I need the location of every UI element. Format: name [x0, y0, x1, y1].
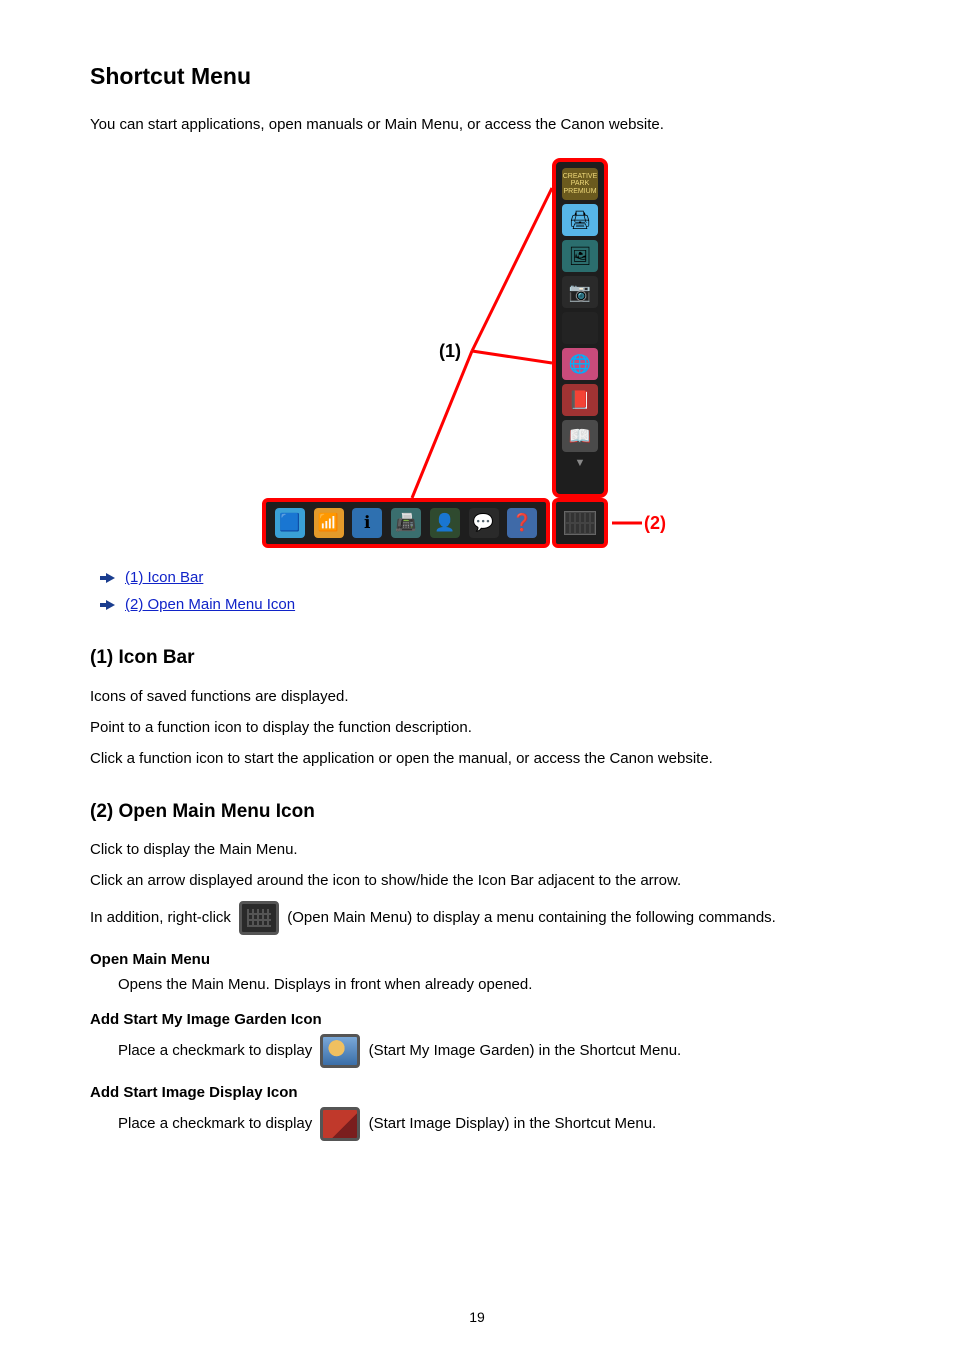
start-my-image-garden-icon [320, 1034, 360, 1068]
hicon-5: 👤 [430, 508, 460, 538]
vicon-globe-icon: 🌐 [562, 348, 598, 380]
anchor-link-item: (1) Icon Bar [106, 567, 864, 588]
section-2-p1: Click to display the Main Menu. [90, 839, 864, 860]
figure-wrap: CREATIVE PARK PREMIUM 🖨 🖼 📷 🌐 📕 📖 ▼ 🟦 📶 … [90, 153, 864, 553]
commands-definition-list: Open Main Menu Opens the Main Menu. Disp… [90, 949, 864, 1141]
anchor-link-item: (2) Open Main Menu Icon [106, 594, 864, 615]
p3-post: (Open Main Menu) to display a menu conta… [287, 909, 776, 926]
main-menu-grid-icon [564, 511, 596, 535]
arrow-right-icon [106, 600, 115, 610]
vicon-manual-icon: 📕 [562, 384, 598, 416]
hicon-6: 💬 [469, 508, 499, 538]
link-icon-bar[interactable]: (1) Icon Bar [125, 567, 203, 588]
arrow-right-icon [106, 573, 115, 583]
figure-lines [262, 153, 692, 553]
annotation-2: (2) [644, 511, 666, 536]
hicon-3: ℹ [352, 508, 382, 538]
hicon-7: ❓ [507, 508, 537, 538]
cmd-add-imgdisp-term: Add Start Image Display Icon [90, 1082, 864, 1103]
d2-pre: Place a checkmark to display [118, 1042, 316, 1059]
section-1-p1: Icons of saved functions are displayed. [90, 686, 864, 707]
start-image-display-icon [320, 1107, 360, 1141]
vicon-creative-park: CREATIVE PARK PREMIUM [562, 168, 598, 200]
p3-pre: In addition, right-click [90, 909, 235, 926]
open-main-menu-inline-icon [239, 901, 279, 935]
d3-pre: Place a checkmark to display [118, 1115, 316, 1132]
hicon-1: 🟦 [275, 508, 305, 538]
page-title: Shortcut Menu [90, 60, 864, 92]
d2-post: (Start My Image Garden) in the Shortcut … [369, 1042, 682, 1059]
anchor-link-list: (1) Icon Bar (2) Open Main Menu Icon [106, 567, 864, 615]
cmd-add-garden-term: Add Start My Image Garden Icon [90, 1009, 864, 1030]
horizontal-icon-bar: 🟦 📶 ℹ 📠 👤 💬 ❓ [262, 498, 550, 548]
vbar-expand-arrow-icon: ▼ [562, 456, 598, 468]
vicon-book-icon: 📖 [562, 420, 598, 452]
hicon-4: 📠 [391, 508, 421, 538]
figure: CREATIVE PARK PREMIUM 🖨 🖼 📷 🌐 📕 📖 ▼ 🟦 📶 … [262, 153, 692, 553]
open-main-menu-icon [552, 498, 608, 548]
vicon-apps-icon [562, 312, 598, 344]
section-2-p2: Click an arrow displayed around the icon… [90, 870, 864, 891]
cmd-open-main-menu-desc: Opens the Main Menu. Displays in front w… [118, 974, 864, 995]
d3-post: (Start Image Display) in the Shortcut Me… [369, 1115, 657, 1132]
vicon-camera-icon: 📷 [562, 276, 598, 308]
cmd-add-imgdisp-desc: Place a checkmark to display (Start Imag… [118, 1107, 864, 1141]
annotation-1: (1) [439, 339, 461, 364]
section-1-p2: Point to a function icon to display the … [90, 717, 864, 738]
section-2-p3: In addition, right-click (Open Main Menu… [90, 901, 864, 935]
vicon-photo-icon: 🖼 [562, 240, 598, 272]
section-1-heading: (1) Icon Bar [90, 645, 864, 672]
section-2-heading: (2) Open Main Menu Icon [90, 799, 864, 826]
page: Shortcut Menu You can start applications… [0, 0, 954, 1350]
page-number: 19 [0, 1308, 954, 1328]
cmd-add-garden-desc: Place a checkmark to display (Start My I… [118, 1034, 864, 1068]
link-open-main-menu-icon[interactable]: (2) Open Main Menu Icon [125, 594, 295, 615]
section-1-p3: Click a function icon to start the appli… [90, 748, 864, 769]
hicon-2: 📶 [314, 508, 344, 538]
vertical-icon-bar: CREATIVE PARK PREMIUM 🖨 🖼 📷 🌐 📕 📖 ▼ [552, 158, 608, 498]
cmd-open-main-menu-term: Open Main Menu [90, 949, 864, 970]
vicon-printer-icon: 🖨 [562, 204, 598, 236]
intro-text: You can start applications, open manuals… [90, 114, 864, 135]
